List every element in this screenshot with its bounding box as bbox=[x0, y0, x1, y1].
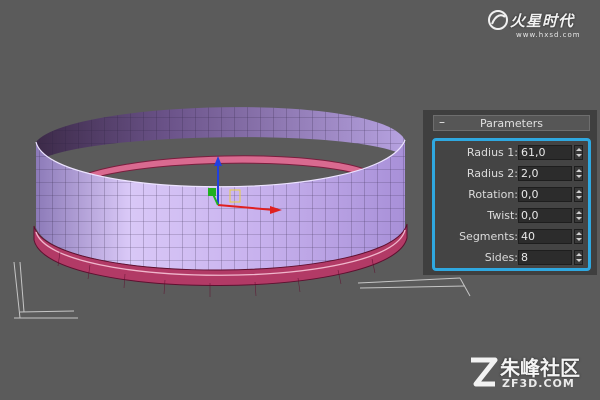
twist-field[interactable]: 0,0 bbox=[518, 208, 572, 223]
param-row-radius2: Radius 2: 2,0 bbox=[435, 165, 588, 183]
params-highlight-box: Radius 1: 61,0 Radius 2: 2,0 Rotation: 0… bbox=[432, 138, 591, 271]
radius2-field[interactable]: 2,0 bbox=[518, 166, 572, 181]
watermark-bottom-en: ZF3D.COM bbox=[502, 377, 575, 390]
spinner-icon[interactable] bbox=[574, 145, 583, 160]
watermark-top-title: 火星时代 bbox=[510, 12, 575, 30]
parameters-panel: – Parameters Radius 1: 61,0 Radius 2: 2,… bbox=[423, 110, 597, 275]
rollout-header-parameters[interactable]: – Parameters bbox=[433, 115, 590, 131]
param-row-twist: Twist: 0,0 bbox=[435, 207, 588, 225]
param-label: Twist: bbox=[487, 209, 518, 222]
spinner-icon[interactable] bbox=[574, 166, 583, 181]
param-label: Radius 1: bbox=[466, 146, 518, 159]
param-label: Rotation: bbox=[468, 188, 518, 201]
param-row-radius1: Radius 1: 61,0 bbox=[435, 144, 588, 162]
param-row-rotation: Rotation: 0,0 bbox=[435, 186, 588, 204]
spinner-icon[interactable] bbox=[574, 250, 583, 265]
param-label: Segments: bbox=[459, 230, 518, 243]
spinner-icon[interactable] bbox=[574, 229, 583, 244]
sides-field[interactable]: 8 bbox=[518, 250, 572, 265]
watermark-logo-icon bbox=[486, 8, 510, 36]
param-label: Radius 2: bbox=[466, 167, 518, 180]
segments-field[interactable]: 40 bbox=[518, 229, 572, 244]
param-label: Sides: bbox=[484, 251, 518, 264]
spinner-icon[interactable] bbox=[574, 187, 583, 202]
param-row-segments: Segments: 40 bbox=[435, 228, 588, 246]
rollout-title: Parameters bbox=[480, 117, 543, 130]
watermark-z-icon bbox=[468, 354, 498, 394]
watermark-top: 火星时代 www.hxsd.com bbox=[480, 4, 596, 48]
spinner-icon[interactable] bbox=[574, 208, 583, 223]
watermark-top-url: www.hxsd.com bbox=[516, 31, 581, 39]
param-row-sides: Sides: 8 bbox=[435, 249, 588, 267]
watermark-bottom: 朱峰社区 ZF3D.COM bbox=[466, 350, 596, 396]
radius1-field[interactable]: 61,0 bbox=[518, 145, 572, 160]
rotation-field[interactable]: 0,0 bbox=[518, 187, 572, 202]
